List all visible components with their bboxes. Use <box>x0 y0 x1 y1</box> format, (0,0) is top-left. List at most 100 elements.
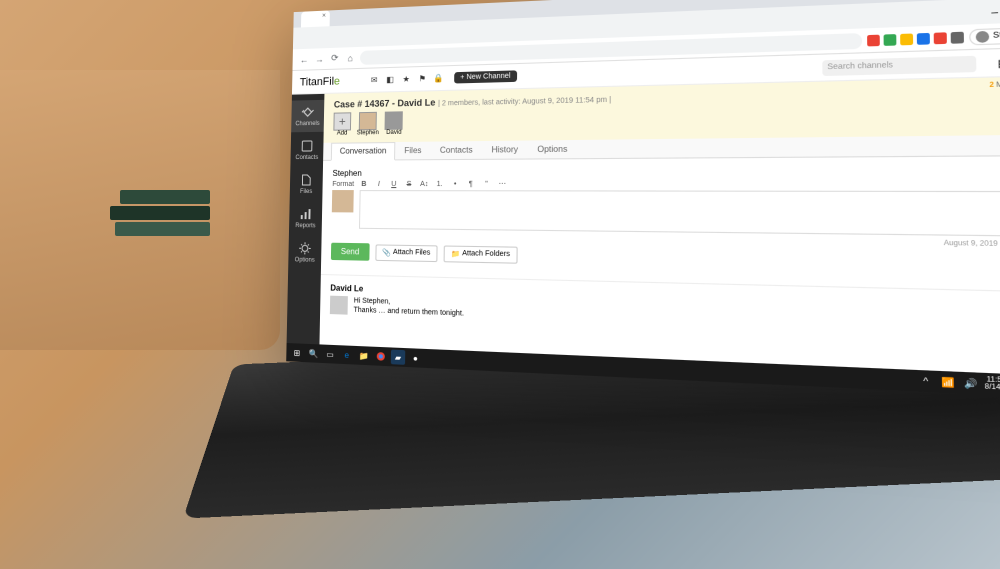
bold-button[interactable]: B <box>359 180 369 187</box>
extension-icons <box>867 31 964 46</box>
search-icon[interactable]: 🔍 <box>306 346 320 361</box>
count-label: Messages <box>996 81 1000 89</box>
search-input[interactable]: Search channels <box>822 55 976 75</box>
app-logo[interactable]: TitanFile <box>300 75 340 88</box>
attach-label: Attach Folders <box>462 250 510 258</box>
font-size-button[interactable]: A↕ <box>419 180 429 187</box>
ext-icon[interactable] <box>867 34 880 46</box>
wifi-icon[interactable]: 📶 <box>939 373 958 391</box>
participant[interactable]: Stephen <box>357 112 380 137</box>
participant-name: Stephen <box>357 130 379 136</box>
participants: + Add Stephen David <box>333 107 611 136</box>
avatar-icon <box>976 30 990 42</box>
send-button[interactable]: Send <box>331 243 369 261</box>
envelope-icon[interactable]: ✉ <box>369 75 379 85</box>
message: David Le Hi Stephen, Thanks … and return… <box>320 274 1000 349</box>
toolbar: ✉ ◧ ★ ⚑ 🔒 <box>369 73 444 85</box>
format-label: Format <box>332 180 354 187</box>
ext-icon[interactable] <box>951 31 964 43</box>
minimize-icon[interactable]: – <box>991 6 1000 16</box>
reports-icon <box>299 207 313 221</box>
format-paragraph-button[interactable]: ¶ <box>465 180 476 187</box>
strike-button[interactable]: S <box>404 180 414 187</box>
sidebar-item-reports[interactable]: Reports <box>289 202 322 234</box>
sidebar-label: Reports <box>295 223 315 229</box>
back-icon[interactable]: ← <box>298 53 310 65</box>
tab-contacts[interactable]: Contacts <box>431 141 483 159</box>
close-icon[interactable]: × <box>322 13 326 20</box>
search-placeholder: Search channels <box>827 62 893 72</box>
logo-text: Fil <box>323 75 334 87</box>
browser-tab[interactable]: × <box>301 10 330 27</box>
edge-icon[interactable]: e <box>340 347 354 362</box>
ext-icon[interactable] <box>883 34 896 46</box>
tab-history[interactable]: History <box>482 141 528 159</box>
taskview-icon[interactable]: ▭ <box>323 347 337 362</box>
channel-counts: 2 Messages 2 Files <box>989 81 1000 99</box>
ul-button[interactable]: • <box>450 180 460 187</box>
attach-label: Attach Files <box>393 249 430 257</box>
participant-name: David <box>386 130 401 136</box>
flag-icon[interactable]: ⚑ <box>417 73 427 83</box>
attach-files-button[interactable]: 📎 Attach Files <box>375 244 438 262</box>
window-controls: – □ × <box>991 4 1000 15</box>
explorer-icon[interactable]: 📁 <box>357 348 371 363</box>
tab-conversation[interactable]: Conversation <box>331 142 396 161</box>
plus-icon: + <box>333 112 351 130</box>
sidebar-label: Options <box>295 257 315 263</box>
tab-files[interactable]: Files <box>395 142 431 160</box>
message-body: Hi Stephen, Thanks … and return them ton… <box>353 296 464 319</box>
start-icon[interactable]: ⊞ <box>290 345 304 360</box>
lock-icon[interactable]: 🔒 <box>433 73 443 84</box>
underline-button[interactable]: U <box>389 180 399 187</box>
chrome-icon[interactable] <box>374 349 388 364</box>
compose-author: Stephen <box>332 166 1000 178</box>
taskbar-clock[interactable]: 11:56 PM 8/14/2019 <box>985 376 1000 392</box>
count-number: 2 <box>989 82 994 89</box>
photo-books <box>110 190 220 250</box>
paperclip-icon: 📎 <box>382 248 391 256</box>
volume-icon[interactable]: 🔊 <box>962 374 981 392</box>
sidebar-item-channels[interactable]: Channels <box>291 100 324 132</box>
ol-button[interactable]: 1. <box>434 180 444 187</box>
tray-chevron-icon[interactable]: ^ <box>916 372 935 390</box>
ext-icon[interactable] <box>900 33 913 45</box>
compose-textarea[interactable] <box>359 190 1000 237</box>
ext-icon[interactable] <box>934 32 947 44</box>
sidebar-item-contacts[interactable]: Contacts <box>290 134 323 166</box>
participant[interactable]: David <box>385 111 403 136</box>
add-participant-button[interactable]: + Add <box>333 112 351 136</box>
sidebar-item-options[interactable]: Options <box>288 236 321 269</box>
sidebar-item-files[interactable]: Files <box>290 168 323 200</box>
sidebar: Channels Contacts Files Reports <box>286 94 324 363</box>
star-icon[interactable]: ★ <box>401 74 411 84</box>
avatar <box>359 112 377 131</box>
app-icon[interactable]: ▰ <box>391 350 405 365</box>
browser-profile[interactable]: Stephen <box>969 26 1000 45</box>
folder-icon: 📁 <box>451 249 460 258</box>
more-button[interactable]: ⋯ <box>497 180 508 188</box>
quote-button[interactable]: " <box>481 180 492 187</box>
logo-text: Titan <box>300 76 323 89</box>
contacts-icon <box>300 139 314 153</box>
tab-options[interactable]: Options <box>528 140 578 159</box>
channel-title: Case # 14367 - David Le <box>334 97 436 109</box>
sidebar-label: Channels <box>295 121 319 127</box>
app-icon[interactable]: ● <box>408 350 423 365</box>
italic-button[interactable]: I <box>374 180 384 187</box>
channels-icon <box>301 105 315 119</box>
gear-icon <box>298 241 312 255</box>
sidebar-label: Files <box>300 189 312 195</box>
home-icon[interactable]: ⌂ <box>344 52 356 64</box>
forward-icon[interactable]: → <box>313 53 325 65</box>
profile-name: Stephen <box>993 31 1000 40</box>
split-icon[interactable]: ◧ <box>385 74 395 84</box>
attach-folders-button[interactable]: 📁 Attach Folders <box>444 245 518 263</box>
ext-icon[interactable] <box>917 32 930 44</box>
files-icon <box>299 173 313 187</box>
avatar <box>385 111 403 130</box>
reload-icon[interactable]: ⟳ <box>329 52 341 64</box>
compose-avatar <box>332 190 354 212</box>
new-channel-button[interactable]: + New Channel <box>454 70 517 83</box>
avatar <box>330 296 348 315</box>
